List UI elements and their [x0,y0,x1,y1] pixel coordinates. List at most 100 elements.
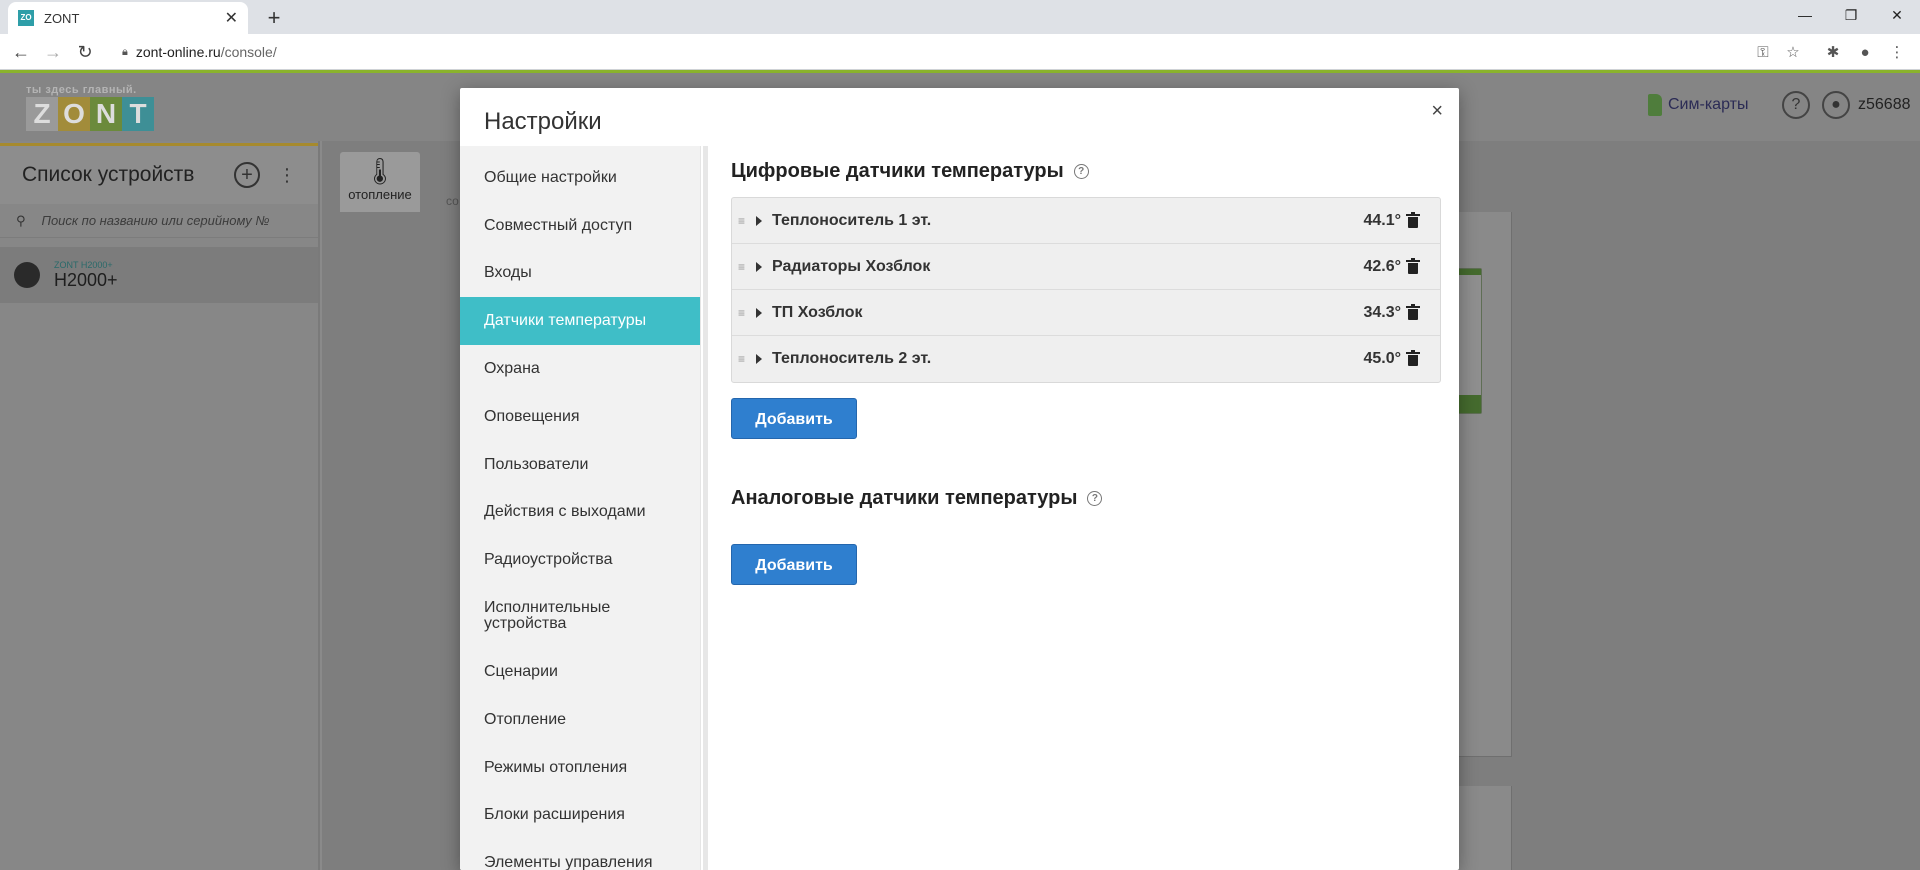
search-icon: ⚲ [16,212,26,228]
trash-icon[interactable] [1406,350,1420,366]
widget-indicator [1456,268,1482,414]
minimize-icon[interactable]: — [1782,0,1828,30]
settings-modal: Настройки × Общие настройки Совместный до… [460,88,1459,870]
new-tab-icon[interactable]: + [260,4,288,32]
zont-favicon-icon: ZO [18,10,34,26]
browser-menu-icon[interactable]: ⋮ [1886,41,1908,63]
sim-card-icon [1648,94,1662,116]
expand-caret-icon[interactable] [756,215,762,226]
menu-item[interactable]: Блоки расширения [460,792,700,840]
sensor-name: ТП Хозблок [772,303,863,321]
trash-icon[interactable] [1406,257,1420,274]
menu-item[interactable]: Радиоустройства [460,536,700,584]
tab-heating-label: отопление [348,187,412,202]
zont-logo: ты здесь главный. ZONT [26,84,154,131]
trash-icon[interactable] [1406,303,1420,320]
key-icon[interactable]: ⚿ [1752,41,1774,63]
menu-item[interactable]: Совместный доступ [460,202,700,250]
menu-item[interactable]: Режимы отопления [460,744,700,792]
restore-icon[interactable]: ❐ [1828,0,1874,30]
help-circle-icon: ? [1782,91,1810,119]
tab-close-icon[interactable]: ✕ [225,8,238,28]
url-host: zont-online.ru [135,44,221,60]
tab-next-label: со [446,194,459,208]
logo-letter: T [122,97,154,131]
expand-caret-icon[interactable] [756,354,762,364]
star-icon[interactable]: ☆ [1782,41,1804,63]
url-path: /console/ [220,44,277,60]
trash-icon[interactable] [1406,211,1420,228]
device-list-panel: Список устройств + ⋮ ⚲ Поиск по названию… [0,141,320,870]
device-status-icon [14,262,40,288]
menu-item[interactable]: Входы [460,250,700,298]
sensor-temperature: 42.6° [1363,257,1401,275]
sim-cards-label: Сим-карты [1668,96,1749,113]
address-bar[interactable]: 🔒︎ zont-online.ru/console/ [110,39,1790,65]
drag-handle-icon[interactable]: ≡ [732,353,750,365]
sensor-name: Радиаторы Хозблок [772,257,931,275]
menu-item[interactable]: Действия с выходами [460,489,700,537]
menu-item[interactable]: Пользователи [460,441,700,489]
sensor-temperature: 45.0° [1363,350,1401,367]
menu-item[interactable]: Охрана [460,345,700,393]
profile-icon[interactable]: ● [1854,41,1876,63]
add-digital-sensor-button[interactable]: Добавить [731,398,857,439]
logo-letter: O [58,97,90,131]
lock-icon: 🔒︎ [122,45,128,58]
sensor-row[interactable]: ≡ ТП Хозблок 34.3° [732,290,1440,336]
sensor-temperature: 44.1° [1363,211,1401,229]
menu-item[interactable]: Датчики температуры [460,297,700,346]
tab-heating[interactable]: 🌡︎ отопление [340,152,420,212]
menu-item[interactable]: Элементы управления [460,839,700,870]
menu-item[interactable]: Общие настройки [460,154,700,202]
browser-tab[interactable]: ZO ZONT ✕ [8,2,248,34]
device-name: H2000+ [54,269,118,290]
device-item[interactable]: ZONT H2000+ H2000+ [0,247,318,303]
forward-icon[interactable]: → [40,39,66,65]
back-icon[interactable]: ← [8,39,34,65]
help-icon[interactable]: ? [1073,164,1089,179]
settings-content: Цифровые датчики температуры ? ≡ Теплонос… [731,146,1441,585]
username: z56688 [1858,96,1911,113]
modal-title: Настройки [484,108,602,135]
browser-tabbar: ZO ZONT ✕ + — ❐ ✕ [0,0,1920,34]
menu-item[interactable]: Оповещения [460,393,700,441]
settings-menu: Общие настройки Совместный доступ Входы Дат… [460,146,701,870]
sensor-row[interactable]: ≡ Радиаторы Хозблок 42.6° [732,244,1440,290]
sensor-row[interactable]: ≡ Теплоноситель 2 эт. 45.0° [732,336,1440,382]
expand-caret-icon[interactable] [756,307,762,318]
extensions-icon[interactable]: ✱ [1822,41,1844,63]
add-device-icon[interactable]: + [234,162,260,188]
close-window-icon[interactable]: ✕ [1874,0,1920,30]
menu-item[interactable]: Сценарии [460,648,700,696]
logo-tagline: ты здесь главный. [26,84,137,96]
reload-icon[interactable]: ↻ [72,39,98,65]
menu-scrollbar[interactable] [703,146,708,870]
help-icon[interactable]: ? [1087,491,1103,506]
close-icon[interactable]: × [1431,100,1443,123]
drag-handle-icon[interactable]: ≡ [732,307,750,319]
menu-item[interactable]: Отопление [460,696,700,744]
sensor-list: ≡ Теплоноситель 1 эт. 44.1° ≡ Радиаторы Хозб… [731,197,1441,383]
sensor-row[interactable]: ≡ Теплоноситель 1 эт. 44.1° [732,198,1440,244]
expand-caret-icon[interactable] [756,261,762,272]
drag-handle-icon[interactable]: ≡ [732,215,750,227]
device-search[interactable]: ⚲ Поиск по названию или серийному № [0,204,318,238]
sensor-name: Теплоноситель 2 эт. [772,350,932,367]
user-menu[interactable]: ● z56688 [1822,91,1911,119]
device-list-title: Список устройств [22,163,195,186]
browser-toolbar: ← → ↻ 🔒︎ zont-online.ru/console/ ⚿ ☆ ✱ ●… [0,34,1920,70]
logo-letter: N [90,97,122,131]
drag-handle-icon[interactable]: ≡ [732,261,750,273]
sensor-temperature: 34.3° [1363,303,1401,321]
logo-letters: ZONT [26,97,154,131]
kebab-menu-icon[interactable]: ⋮ [278,165,296,186]
menu-item[interactable]: Исполнительные устройства [460,584,688,648]
sim-cards-link[interactable]: Сим-карты [1648,94,1748,116]
help-button[interactable]: ? [1782,91,1810,119]
thermometer-icon: 🌡︎ [363,156,397,186]
add-analog-sensor-button[interactable]: Добавить [731,544,857,585]
user-avatar-icon: ● [1822,91,1850,119]
analog-sensors-title: Аналоговые датчики температуры [731,487,1078,509]
device-list-header: Список устройств + ⋮ [0,146,318,204]
